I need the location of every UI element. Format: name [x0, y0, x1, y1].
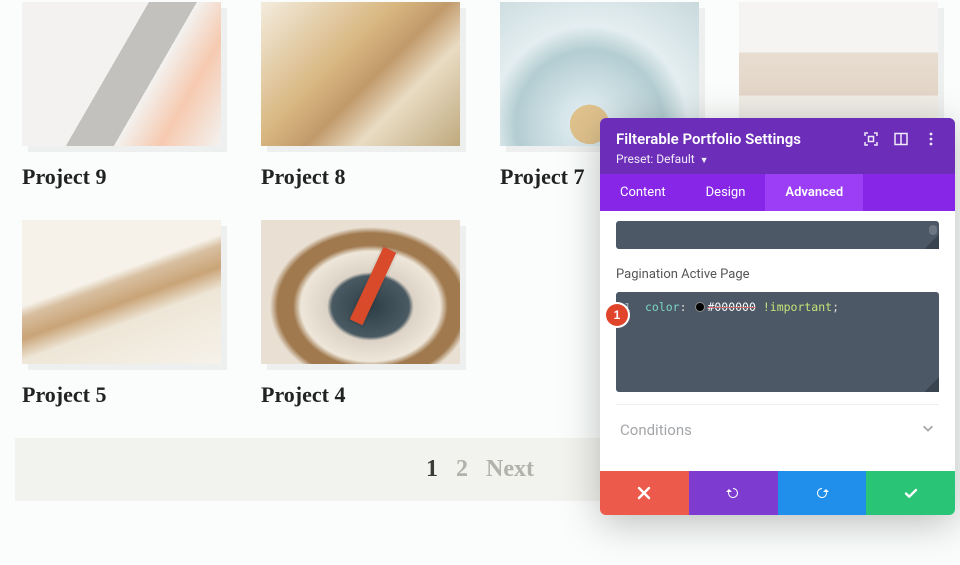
chevron-down-icon [921, 421, 935, 439]
panel-body: Pagination Active Page 1 color: #000000 … [600, 221, 955, 471]
portfolio-item[interactable]: Project 9 [22, 2, 221, 190]
focus-icon[interactable] [863, 131, 879, 147]
redo-button[interactable] [778, 471, 867, 515]
preset-value: Default [656, 152, 694, 166]
portfolio-item[interactable]: Project 5 [22, 220, 221, 408]
panel-tabs: Content Design Advanced [600, 174, 955, 211]
section-label: Pagination Active Page [616, 267, 939, 282]
columns-icon[interactable] [893, 131, 909, 147]
portfolio-item[interactable]: Project 4 [261, 220, 460, 408]
cancel-button[interactable] [600, 471, 689, 515]
css-property: color [645, 300, 680, 314]
pagination-page-2[interactable]: 2 [456, 456, 468, 482]
tab-content[interactable]: Content [600, 174, 686, 211]
resize-handle[interactable] [925, 235, 939, 249]
panel-header[interactable]: Filterable Portfolio Settings Preset: De… [600, 118, 955, 174]
project-thumbnail[interactable] [261, 2, 460, 146]
project-thumbnail[interactable] [22, 2, 221, 146]
code-line: 1 color: #000000 !important; [624, 298, 931, 317]
panel-title: Filterable Portfolio Settings [616, 130, 801, 148]
tab-design[interactable]: Design [686, 174, 766, 211]
css-editor-collapsed[interactable] [616, 221, 939, 249]
resize-handle[interactable] [925, 378, 939, 392]
undo-button[interactable] [689, 471, 778, 515]
preset-selector[interactable]: Preset: Default ▼ [616, 152, 939, 166]
css-editor[interactable]: 1 color: #000000 !important; [616, 292, 939, 392]
css-hex-value: #000000 [707, 300, 755, 314]
css-colon: : [680, 300, 687, 314]
project-title[interactable]: Project 5 [22, 382, 221, 408]
pagination-page-1[interactable]: 1 [426, 456, 438, 482]
project-thumbnail[interactable] [261, 220, 460, 364]
panel-footer [600, 471, 955, 515]
css-semicolon: ; [832, 300, 839, 314]
project-title[interactable]: Project 4 [261, 382, 460, 408]
preset-label: Preset: [616, 152, 653, 166]
panel-header-icons [863, 131, 939, 147]
portfolio-item[interactable]: Project 8 [261, 2, 460, 190]
settings-panel: Filterable Portfolio Settings Preset: De… [600, 118, 955, 515]
project-title[interactable]: Project 8 [261, 164, 460, 190]
more-icon[interactable] [923, 131, 939, 147]
conditions-section[interactable]: Conditions [616, 404, 939, 455]
scrollbar[interactable] [929, 225, 937, 235]
pagination-next[interactable]: Next [486, 456, 534, 482]
color-swatch-icon [695, 302, 705, 312]
conditions-label: Conditions [620, 421, 692, 439]
tab-advanced[interactable]: Advanced [765, 174, 863, 211]
save-button[interactable] [866, 471, 955, 515]
project-title[interactable]: Project 9 [22, 164, 221, 190]
css-important: !important [763, 300, 832, 314]
caret-down-icon: ▼ [700, 156, 709, 166]
annotation-badge: 1 [606, 304, 628, 326]
project-thumbnail[interactable] [22, 220, 221, 364]
